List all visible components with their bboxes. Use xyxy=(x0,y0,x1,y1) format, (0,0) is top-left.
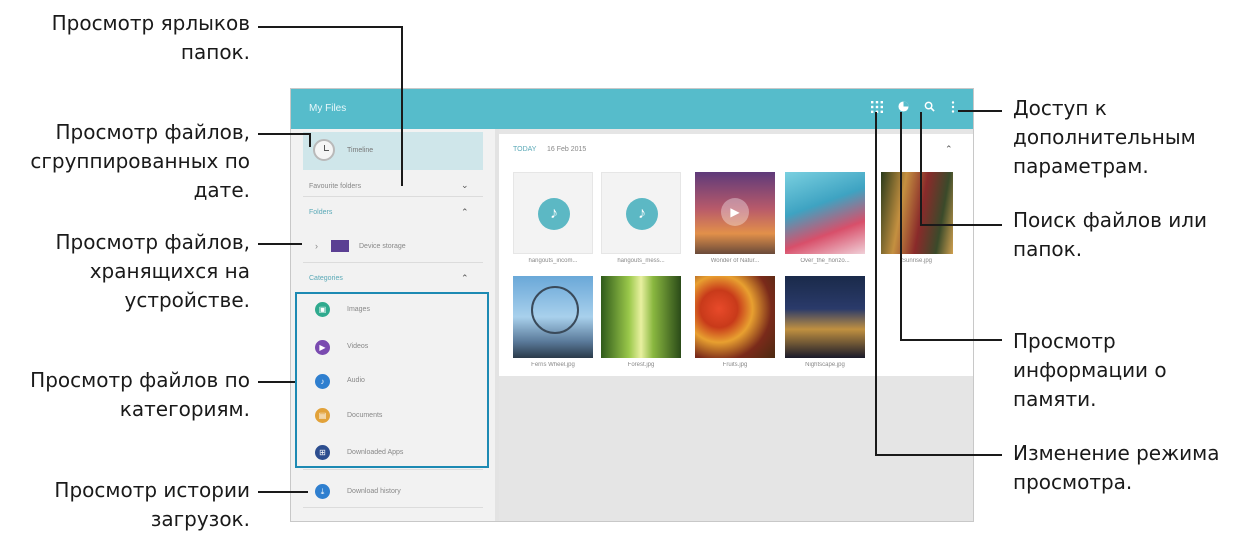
callout-line: категориям. xyxy=(119,397,250,421)
callout-line xyxy=(875,454,1002,456)
chevron-up-icon[interactable]: ⌃ xyxy=(945,144,953,155)
callout-line xyxy=(900,339,1002,341)
sidebar-favourite-folders[interactable]: Favourite folders xyxy=(309,183,361,190)
callout-line: Просмотр ярлыков xyxy=(51,11,250,35)
callout-line xyxy=(401,26,403,186)
callout-line: Просмотр файлов, xyxy=(55,120,250,144)
callout-line xyxy=(258,26,402,28)
play-icon: ▶ xyxy=(721,198,749,226)
ferris-wheel-icon xyxy=(531,286,579,334)
clock-icon xyxy=(313,139,335,161)
callout-line: сгруппированных по xyxy=(30,149,250,173)
sidebar-item-label: Timeline xyxy=(347,147,374,154)
callout-line: дополнительным xyxy=(1013,125,1196,149)
file-thumbnail[interactable] xyxy=(785,172,865,254)
callout-line: хранящихся на xyxy=(89,259,250,283)
sidebar-item-timeline[interactable]: Timeline xyxy=(303,132,483,170)
divider xyxy=(303,469,483,470)
file-name: Ferris Wheel.jpg xyxy=(531,362,575,368)
app-title: My Files xyxy=(309,103,347,114)
callout-line xyxy=(958,110,1002,112)
storage-icon xyxy=(331,240,349,252)
file-name: Nightscape.jpg xyxy=(805,362,845,368)
callout-line xyxy=(920,112,922,226)
divider xyxy=(303,262,483,263)
callout-line xyxy=(258,133,310,135)
callout-line: Просмотр истории xyxy=(54,478,250,502)
music-note-icon: ♪ xyxy=(626,198,658,230)
file-thumbnail[interactable] xyxy=(695,276,775,358)
callout-line: просмотра. xyxy=(1013,470,1133,494)
callout-line: информации о xyxy=(1013,358,1167,382)
sidebar-section-folders: Folders xyxy=(309,209,333,216)
divider xyxy=(303,196,483,197)
file-name: hangouts_mess... xyxy=(617,258,665,264)
divider xyxy=(303,507,483,508)
callout-line: Поиск файлов или xyxy=(1013,208,1208,232)
callout-line xyxy=(258,243,302,245)
file-thumbnail[interactable]: ▶ xyxy=(695,172,775,254)
callout-line xyxy=(875,112,877,456)
chevron-up-icon[interactable]: ⌃ xyxy=(461,207,469,218)
callout-line xyxy=(258,381,296,383)
callout-line: Просмотр файлов, xyxy=(55,230,250,254)
file-thumbnail[interactable]: ♪ xyxy=(601,172,681,254)
file-name: Over_the_horizo... xyxy=(800,258,850,264)
callout-line: устройстве. xyxy=(124,288,250,312)
callout-line: параметрам. xyxy=(1013,154,1149,178)
callout-categories: Просмотр файлов по категориям. xyxy=(30,366,250,424)
chevron-down-icon[interactable]: ⌄ xyxy=(461,180,469,191)
app-bar: My Files xyxy=(291,89,973,129)
callout-line: папок. xyxy=(180,40,250,64)
file-name: Wonder of Natur... xyxy=(710,258,760,264)
file-name: Sunrise.jpg xyxy=(901,258,933,264)
callout-line xyxy=(920,224,1002,226)
callout-view-mode: Изменение режима просмотра. xyxy=(1013,439,1219,497)
sidebar-section-categories: Categories xyxy=(309,275,343,282)
callout-line: дате. xyxy=(193,178,250,202)
file-thumbnail[interactable] xyxy=(601,276,681,358)
callout-line: Просмотр файлов по xyxy=(30,368,250,392)
callout-line: Изменение режима xyxy=(1013,441,1220,465)
download-icon: ⤓ xyxy=(315,484,330,499)
file-thumbnail[interactable] xyxy=(785,276,865,358)
callout-line: папок. xyxy=(1013,237,1083,261)
callout-download-history: Просмотр истории загрузок. xyxy=(54,476,250,534)
categories-bracket xyxy=(295,292,489,468)
sidebar-item-device-storage[interactable]: Device storage xyxy=(359,243,406,250)
sidebar-item-download-history[interactable]: Download history xyxy=(347,488,401,495)
callout-line: памяти. xyxy=(1013,387,1097,411)
file-thumbnail[interactable] xyxy=(881,172,953,254)
more-vertical-icon[interactable] xyxy=(945,101,961,117)
callout-line xyxy=(900,112,902,341)
music-note-icon: ♪ xyxy=(538,198,570,230)
callout-favourite-folders: Просмотр ярлыков папок. xyxy=(52,9,250,67)
grid-icon[interactable] xyxy=(869,101,885,117)
callout-storage-info: Просмотр информации о памяти. xyxy=(1013,327,1167,414)
callout-device-storage: Просмотр файлов, хранящихся на устройств… xyxy=(55,228,250,315)
pie-chart-icon[interactable] xyxy=(895,101,911,117)
file-name: hangouts_incom... xyxy=(528,258,578,264)
callout-line: Просмотр xyxy=(1013,329,1116,353)
section-heading: TODAY xyxy=(513,146,537,153)
file-name: Fruits.jpg xyxy=(722,362,748,368)
callout-more-options: Доступ к дополнительным параметрам. xyxy=(1013,94,1196,181)
section-date: 16 Feb 2015 xyxy=(547,146,587,153)
callout-line: загрузок. xyxy=(150,507,250,531)
file-thumbnail[interactable] xyxy=(513,276,593,358)
chevron-up-icon[interactable]: ⌃ xyxy=(461,273,469,284)
file-name: Forest.jpg xyxy=(627,362,655,368)
chevron-right-icon[interactable]: › xyxy=(315,241,318,251)
callout-line: Доступ к xyxy=(1013,96,1107,120)
callout-line xyxy=(309,133,311,147)
callout-search: Поиск файлов или папок. xyxy=(1013,206,1207,264)
file-thumbnail[interactable]: ♪ xyxy=(513,172,593,254)
callout-timeline: Просмотр файлов, сгруппированных по дате… xyxy=(30,118,250,205)
callout-line xyxy=(258,491,308,493)
search-icon[interactable] xyxy=(921,101,937,117)
